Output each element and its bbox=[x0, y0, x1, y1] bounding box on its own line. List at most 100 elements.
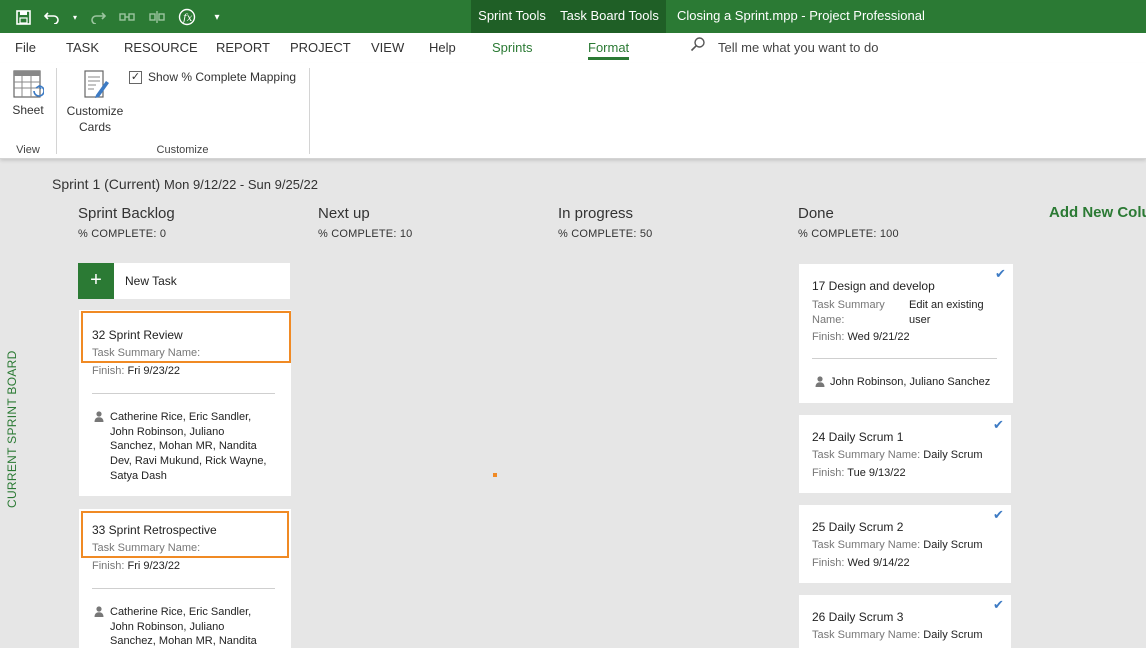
card-title: 26 Daily Scrum 3 bbox=[812, 610, 904, 624]
customize-qat-icon[interactable]: ▾ bbox=[204, 6, 230, 28]
sheet-button[interactable]: Sheet bbox=[8, 69, 48, 117]
column-title-next-up: Next up bbox=[318, 205, 370, 222]
sheet-icon bbox=[8, 69, 48, 103]
person-icon bbox=[94, 606, 104, 617]
card-assignees: Catherine Rice, Eric Sandler, John Robin… bbox=[110, 605, 257, 648]
checkbox-checked-icon: ✓ bbox=[129, 70, 142, 84]
task-summary-label: Task Summary Name: bbox=[92, 347, 201, 359]
ribbon-separator bbox=[309, 68, 310, 154]
sprint-header: Sprint 1 (Current) Mon 9/12/22 - Sun 9/2… bbox=[52, 176, 318, 192]
finish-label: Finish: bbox=[812, 467, 845, 479]
task-summary-label: Task Summary Name: bbox=[812, 629, 921, 641]
task-card-daily-scrum-3[interactable]: ✔ 26 Daily Scrum 3 Task Summary Name: Da… bbox=[799, 595, 1011, 648]
finish-label: Finish: bbox=[812, 331, 845, 343]
person-icon bbox=[815, 376, 825, 387]
card-title: 24 Daily Scrum 1 bbox=[812, 430, 904, 444]
assignee-line: Catherine Rice, Eric Sandler, bbox=[110, 606, 252, 618]
svg-text:fx: fx bbox=[182, 13, 193, 24]
unlink-tasks-icon[interactable] bbox=[144, 6, 170, 28]
assignee-line: Catherine Rice, Eric Sandler, bbox=[110, 411, 252, 423]
plus-icon: + bbox=[78, 263, 114, 299]
task-summary-label: Task Summary Name: bbox=[812, 449, 921, 461]
column-title-done: Done bbox=[798, 205, 834, 222]
show-complete-mapping-checkbox[interactable]: ✓ Show % Complete Mapping bbox=[129, 70, 296, 84]
assignee-line: Satya Dash bbox=[110, 469, 167, 482]
document-title: Closing a Sprint.mpp - Project Professio… bbox=[677, 8, 925, 23]
tab-view[interactable]: VIEW bbox=[371, 33, 404, 63]
card-assignees: John Robinson, Juliano Sanchez bbox=[830, 376, 991, 388]
finish-date: Wed 9/14/22 bbox=[847, 557, 910, 569]
search-icon bbox=[690, 33, 706, 63]
card-title: 32 Sprint Review bbox=[92, 328, 183, 342]
task-card-daily-scrum-1[interactable]: ✔ 24 Daily Scrum 1 Task Summary Name: Da… bbox=[799, 415, 1011, 493]
finish-label: Finish: bbox=[812, 557, 845, 569]
assignee-line: John Robinson, Juliano bbox=[110, 425, 225, 438]
finish-date: Fri 9/23/22 bbox=[127, 560, 181, 572]
tab-help[interactable]: Help bbox=[429, 33, 456, 63]
task-card-sprint-review[interactable]: 32 Sprint Review Task Summary Name: Fini… bbox=[79, 310, 291, 496]
sheet-label: Sheet bbox=[12, 103, 44, 117]
assignee-line: Sanchez, Mohan MR, Nandita bbox=[110, 635, 257, 648]
finish-label: Finish: bbox=[92, 560, 125, 572]
tab-resource[interactable]: RESOURCE bbox=[124, 33, 198, 63]
task-summary-value: Edit an existing user bbox=[909, 298, 984, 328]
tab-task[interactable]: TASK bbox=[66, 33, 99, 63]
finish-label: Finish: bbox=[92, 365, 125, 377]
column-pct-in-progress: % COMPLETE: 50 bbox=[558, 228, 653, 240]
view-group-label: View bbox=[16, 144, 40, 156]
title-bar: ▾ fx ▾ Sprint Tools Task Board Tools Clo… bbox=[0, 0, 1146, 33]
card-title: 33 Sprint Retrospective bbox=[92, 523, 217, 537]
link-tasks-icon[interactable] bbox=[114, 6, 140, 28]
customize-cards-button[interactable]: Customize Cards bbox=[64, 69, 126, 135]
column-pct-done: % COMPLETE: 100 bbox=[798, 228, 899, 240]
task-summary-label: Task Summary Name: bbox=[812, 539, 921, 551]
redo-icon[interactable] bbox=[84, 6, 110, 28]
tab-report[interactable]: REPORT bbox=[216, 33, 270, 63]
undo-icon[interactable] bbox=[40, 6, 66, 28]
ribbon: Sheet View Customize Cards ✓ Show % Comp… bbox=[0, 63, 1146, 159]
task-summary-value: Daily Scrum bbox=[923, 629, 983, 641]
checkmark-icon: ✔ bbox=[995, 266, 1006, 281]
card-assignees: Catherine Rice, Eric Sandler, John Robin… bbox=[110, 410, 267, 484]
quick-access-toolbar: ▾ fx ▾ bbox=[10, 6, 230, 28]
column-title-sprint-backlog: Sprint Backlog bbox=[78, 205, 175, 222]
tell-me-search[interactable]: Tell me what you want to do bbox=[690, 33, 878, 63]
column-pct-next-up: % COMPLETE: 10 bbox=[318, 228, 413, 240]
task-summary-value-line2: user bbox=[909, 314, 931, 326]
finish-date: Fri 9/23/22 bbox=[127, 365, 181, 377]
context-tab-task-board-tools: Task Board Tools bbox=[553, 0, 666, 33]
task-summary-value-line1: Edit an existing bbox=[909, 299, 984, 311]
customize-group-label: Customize bbox=[156, 144, 209, 156]
card-title: 17 Design and develop bbox=[812, 279, 935, 293]
undo-dropdown-icon[interactable]: ▾ bbox=[70, 6, 80, 28]
card-divider bbox=[92, 393, 275, 394]
column-pct-sprint-backlog: % COMPLETE: 0 bbox=[78, 228, 167, 240]
task-summary-value: Daily Scrum bbox=[923, 449, 983, 461]
formula-icon[interactable]: fx bbox=[174, 6, 200, 28]
task-card-sprint-retrospective[interactable]: 33 Sprint Retrospective Task Summary Nam… bbox=[79, 509, 291, 648]
ribbon-tabs: File TASK RESOURCE REPORT PROJECT VIEW H… bbox=[0, 33, 1146, 63]
tab-format[interactable]: Format bbox=[588, 33, 630, 63]
task-card-daily-scrum-2[interactable]: ✔ 25 Daily Scrum 2 Task Summary Name: Da… bbox=[799, 505, 1011, 583]
task-card-design-and-develop[interactable]: ✔ 17 Design and develop Task Summary Nam… bbox=[799, 264, 1013, 403]
checkmark-icon: ✔ bbox=[993, 597, 1004, 612]
show-complete-mapping-label: Show % Complete Mapping bbox=[148, 70, 297, 84]
context-tab-sprint-tools: Sprint Tools bbox=[471, 0, 553, 33]
tab-sprints[interactable]: Sprints bbox=[492, 33, 532, 63]
new-task-button[interactable]: + New Task bbox=[78, 263, 290, 299]
tab-file[interactable]: File bbox=[15, 33, 36, 63]
save-icon[interactable] bbox=[10, 6, 36, 28]
card-title: 25 Daily Scrum 2 bbox=[812, 520, 904, 534]
tab-project[interactable]: PROJECT bbox=[290, 33, 351, 63]
customize-cards-label-line1: Customize bbox=[66, 104, 124, 118]
tell-me-text: Tell me what you want to do bbox=[718, 40, 879, 55]
task-summary-label-line2: Name: bbox=[812, 314, 845, 326]
checkmark-icon: ✔ bbox=[993, 507, 1004, 522]
assignee-line: John Robinson, Juliano bbox=[110, 620, 225, 633]
finish-date: Tue 9/13/22 bbox=[847, 467, 906, 479]
customize-cards-label-line2: Cards bbox=[78, 120, 111, 134]
task-summary-value: Daily Scrum bbox=[923, 539, 983, 551]
assignee-line: Sanchez, Mohan MR, Nandita bbox=[110, 440, 257, 453]
sprint-dates: Mon 9/12/22 - Sun 9/25/22 bbox=[164, 177, 318, 192]
add-new-column-button[interactable]: Add New Column bbox=[1049, 204, 1146, 221]
